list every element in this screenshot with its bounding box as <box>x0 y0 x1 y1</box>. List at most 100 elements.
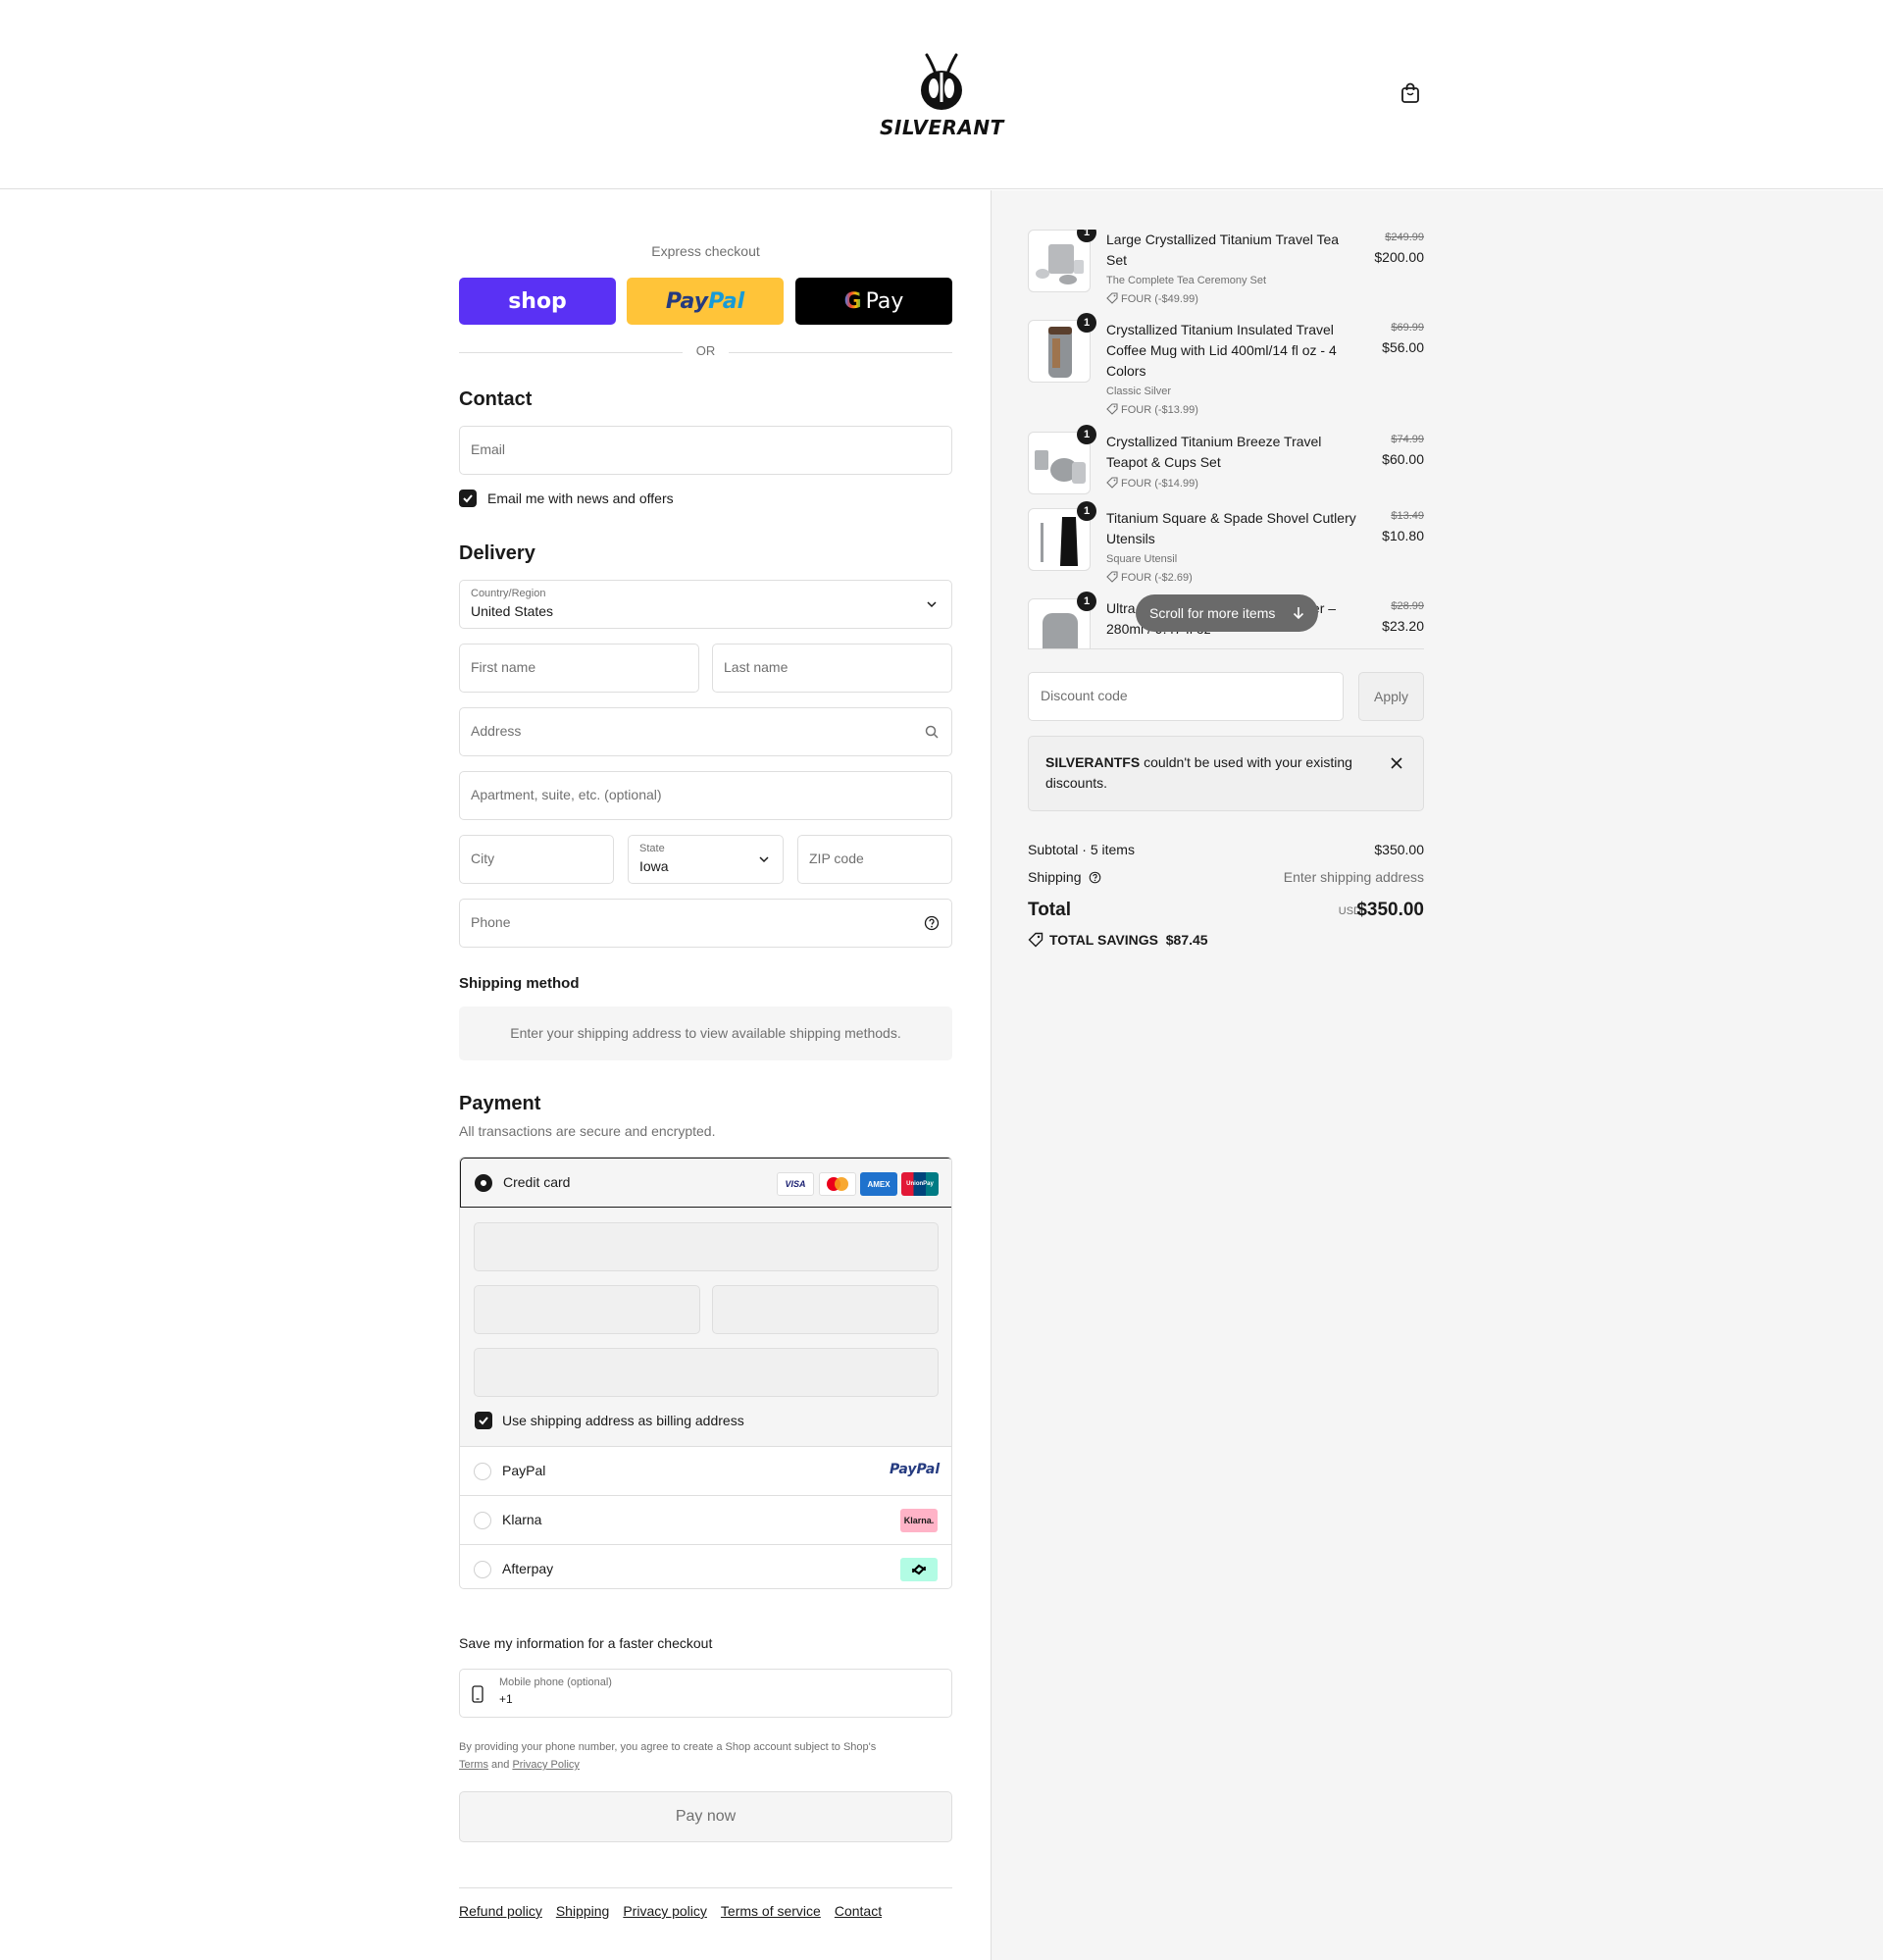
product-name: Large Crystallized Titanium Travel Tea S… <box>1106 232 1340 268</box>
paypal-label-pal: Pal <box>708 288 745 314</box>
discount-error-code: SILVERANTFS <box>1045 754 1141 770</box>
shipping-method-notice: Enter your shipping address to view avai… <box>459 1006 952 1060</box>
contact-link[interactable]: Contact <box>835 1903 882 1919</box>
privacy-link[interactable]: Privacy policy <box>623 1903 707 1919</box>
header: SILVERANT <box>0 0 1883 189</box>
help-circle-icon[interactable] <box>1089 871 1101 884</box>
newsletter-checkbox[interactable] <box>459 490 477 507</box>
google-pay-button[interactable]: G Pay <box>795 278 952 325</box>
sale-price: $23.20 <box>1382 618 1424 634</box>
quantity-badge: 1 <box>1077 501 1096 521</box>
original-price: $69.99 <box>1391 322 1424 334</box>
zip-field[interactable]: ZIP code <box>797 835 952 884</box>
address-placeholder: Address <box>471 723 522 739</box>
afterpay-logo-icon <box>900 1558 938 1581</box>
search-icon <box>925 725 939 739</box>
credit-card-option[interactable]: Credit card VISA AMEX UnionPay <box>460 1158 951 1208</box>
paypal-option[interactable]: PayPal PayPal <box>460 1446 951 1495</box>
help-circle-icon[interactable] <box>924 915 940 931</box>
billing-address-checkbox[interactable] <box>475 1412 492 1429</box>
product-name-start: Ultra <box>1106 600 1136 616</box>
country-select[interactable]: Country/Region United States <box>459 580 952 629</box>
klarna-radio[interactable] <box>474 1512 491 1529</box>
paypal-express-button[interactable]: Pay Pal <box>627 278 784 325</box>
payment-methods: Credit card VISA AMEX UnionPay Use shipp… <box>459 1157 952 1589</box>
first-name-field[interactable]: First name <box>459 644 699 693</box>
phone-field[interactable]: Phone <box>459 899 952 948</box>
last-name-field[interactable]: Last name <box>712 644 952 693</box>
name-on-card-field[interactable] <box>474 1348 939 1397</box>
paypal-option-label: PayPal <box>502 1463 546 1478</box>
scroll-for-more-button[interactable]: Scroll for more items <box>1136 594 1318 632</box>
sale-price: $10.80 <box>1382 528 1424 543</box>
save-info-label: Save my information for a faster checkou… <box>459 1635 713 1651</box>
shop-pay-label: shop <box>508 288 567 314</box>
quantity-badge: 1 <box>1077 425 1096 444</box>
total-label: Total <box>1028 900 1071 920</box>
payment-title: Payment <box>459 1093 541 1114</box>
shop-legal-text: By providing your phone number, you agre… <box>459 1738 952 1774</box>
footer-divider <box>459 1887 952 1888</box>
footer-links: Refund policy Shipping Privacy policy Terms… <box>459 1903 895 1919</box>
tag-icon <box>1106 403 1118 415</box>
apartment-field[interactable]: Apartment, suite, etc. (optional) <box>459 771 952 820</box>
product-name: Titanium Square & Spade Shovel Cutlery U… <box>1106 510 1356 546</box>
express-checkout-label: Express checkout <box>651 243 760 259</box>
brand-logo[interactable]: SILVERANT <box>880 51 1003 139</box>
tag-icon <box>1106 292 1118 304</box>
refund-policy-link[interactable]: Refund policy <box>459 1903 542 1919</box>
product-variant: Square Utensil <box>1106 553 1178 565</box>
shipping-value: Enter shipping address <box>1283 869 1424 885</box>
or-divider: OR <box>459 343 952 361</box>
savings-value: $87.45 <box>1165 932 1208 948</box>
city-field[interactable]: City <box>459 835 614 884</box>
mobile-phone-field[interactable]: Mobile phone (optional) +1 <box>459 1669 952 1718</box>
pay-now-button[interactable]: Pay now <box>459 1791 952 1842</box>
credit-card-label: Credit card <box>503 1174 571 1190</box>
visa-icon: VISA <box>777 1172 814 1196</box>
discount-text: FOUR (-$49.99) <box>1121 293 1198 305</box>
privacy-policy-link[interactable]: Privacy Policy <box>512 1759 579 1771</box>
paypal-radio[interactable] <box>474 1463 491 1480</box>
original-price: $28.99 <box>1391 600 1424 612</box>
mobile-phone-label: Mobile phone (optional) <box>499 1676 612 1688</box>
state-value: Iowa <box>639 858 669 874</box>
afterpay-option[interactable]: Afterpay <box>460 1544 951 1588</box>
card-number-field[interactable] <box>474 1222 939 1271</box>
tag-icon <box>1106 477 1118 489</box>
discount-code-field[interactable]: Discount code <box>1028 672 1344 721</box>
close-icon[interactable] <box>1390 756 1403 770</box>
klarna-option[interactable]: Klarna Klarna. <box>460 1495 951 1544</box>
product-variant: Classic Silver <box>1106 386 1172 397</box>
country-value: United States <box>471 603 554 619</box>
country-label: Country/Region <box>471 588 546 599</box>
product-discount: FOUR (-$13.99) <box>1106 403 1198 416</box>
payment-subtitle: All transactions are secure and encrypte… <box>459 1123 716 1139</box>
email-field[interactable]: Email <box>459 426 952 475</box>
shipping-label: Shipping <box>1028 869 1082 885</box>
address-field[interactable]: Address <box>459 707 952 756</box>
shop-pay-button[interactable]: shop <box>459 278 616 325</box>
discount-error-notice: SILVERANTFS couldn't be used with your e… <box>1028 736 1424 811</box>
terms-link[interactable]: Terms <box>459 1759 488 1771</box>
shipping-link[interactable]: Shipping <box>556 1903 610 1919</box>
security-code-field[interactable] <box>712 1285 939 1334</box>
afterpay-radio[interactable] <box>474 1561 491 1578</box>
amex-text: AMEX <box>867 1179 891 1189</box>
legal-text: By providing your phone number, you agre… <box>459 1741 877 1753</box>
expiration-field[interactable] <box>474 1285 700 1334</box>
chevron-down-icon <box>759 856 769 863</box>
state-select[interactable]: State Iowa <box>628 835 784 884</box>
newsletter-label: Email me with news and offers <box>487 490 674 506</box>
ant-logo-icon <box>921 53 962 110</box>
cart-item-list[interactable]: 1 Large Crystallized Titanium Travel Tea… <box>1028 230 1424 649</box>
credit-card-radio[interactable] <box>475 1174 492 1192</box>
klarna-option-label: Klarna <box>502 1512 542 1527</box>
city-placeholder: City <box>471 851 495 866</box>
terms-of-service-link[interactable]: Terms of service <box>721 1903 821 1919</box>
billing-address-label: Use shipping address as billing address <box>502 1413 744 1428</box>
shopping-bag-icon[interactable] <box>1400 82 1424 108</box>
original-price: $74.99 <box>1391 434 1424 445</box>
apply-discount-button[interactable]: Apply <box>1358 672 1424 721</box>
product-name: Crystallized Titanium Breeze Travel Teap… <box>1106 434 1322 470</box>
